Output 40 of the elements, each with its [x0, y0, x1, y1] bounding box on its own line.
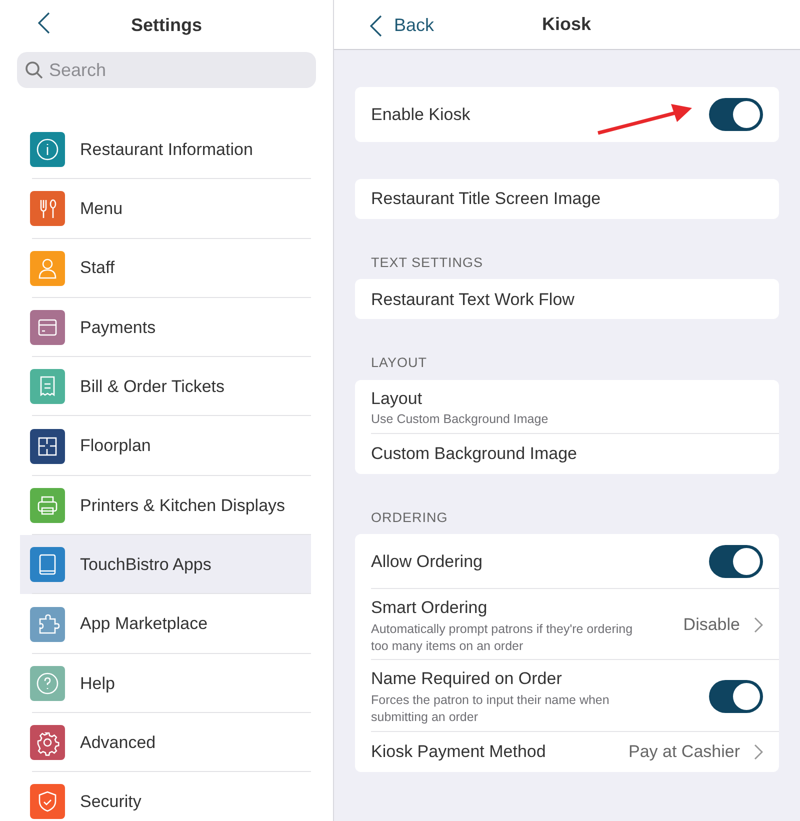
chevron-icon[interactable]: [754, 744, 763, 760]
row-label: Kiosk Payment Method: [371, 740, 546, 763]
sidebar-title: Settings: [130, 14, 202, 37]
row-label: Restaurant Text Work Flow: [371, 288, 574, 310]
row-label: Name Required on Order: [371, 668, 563, 690]
sidebar-item[interactable]: Advanced: [20, 712, 311, 772]
sidebar-item[interactable]: Restaurant Information: [20, 120, 311, 180]
toggle-switch[interactable]: [709, 545, 763, 578]
row-label: Smart Ordering: [371, 597, 488, 620]
back-button[interactable]: Back: [370, 12, 434, 39]
sidebar-item[interactable]: Printers & Kitchen Displays: [20, 476, 311, 536]
row-description: Automatically prompt patrons if they're ordering too many items on an order: [371, 620, 634, 654]
row-label: Enable Kiosk: [371, 104, 470, 126]
chevron-icon[interactable]: [754, 616, 763, 633]
sidebar-item[interactable]: Security: [20, 772, 311, 821]
sidebar-item[interactable]: Bill & Order Tickets: [20, 357, 311, 416]
section-header: TEXT SETTINGS: [370, 254, 484, 272]
page-title: Kiosk: [542, 13, 592, 36]
row-label: Custom Background Image: [371, 443, 577, 466]
row-description: Forces the patron to input their name when submitting an order: [371, 692, 610, 726]
sidebar-item[interactable]: App Marketplace: [20, 594, 311, 654]
toggle-switch[interactable]: [709, 680, 763, 712]
row-description: Use Custom Background Image: [371, 411, 548, 428]
sidebar-item[interactable]: Menu: [20, 179, 311, 239]
section-header: LAYOUT: [370, 354, 428, 372]
row-label: Restaurant Title Screen Image: [371, 188, 601, 210]
search-field[interactable]: Search: [17, 52, 316, 88]
sidebar-item[interactable]: Staff: [20, 238, 311, 298]
section-header: ORDERING: [370, 508, 449, 527]
row-value[interactable]: Disable: [683, 612, 740, 638]
back-icon: [370, 14, 382, 36]
toggle-switch[interactable]: [709, 98, 763, 131]
sidebar-item[interactable]: Help: [20, 654, 311, 713]
row-label: Allow Ordering: [371, 550, 482, 573]
sidebar-item[interactable]: Floorplan: [20, 416, 311, 476]
row-label: Layout: [371, 388, 424, 410]
back-icon[interactable]: [38, 12, 50, 34]
sidebar-item[interactable]: Payments: [20, 298, 311, 358]
sidebar-item[interactable]: TouchBistro Apps: [20, 535, 311, 594]
row-value[interactable]: Pay at Cashier: [628, 738, 740, 764]
